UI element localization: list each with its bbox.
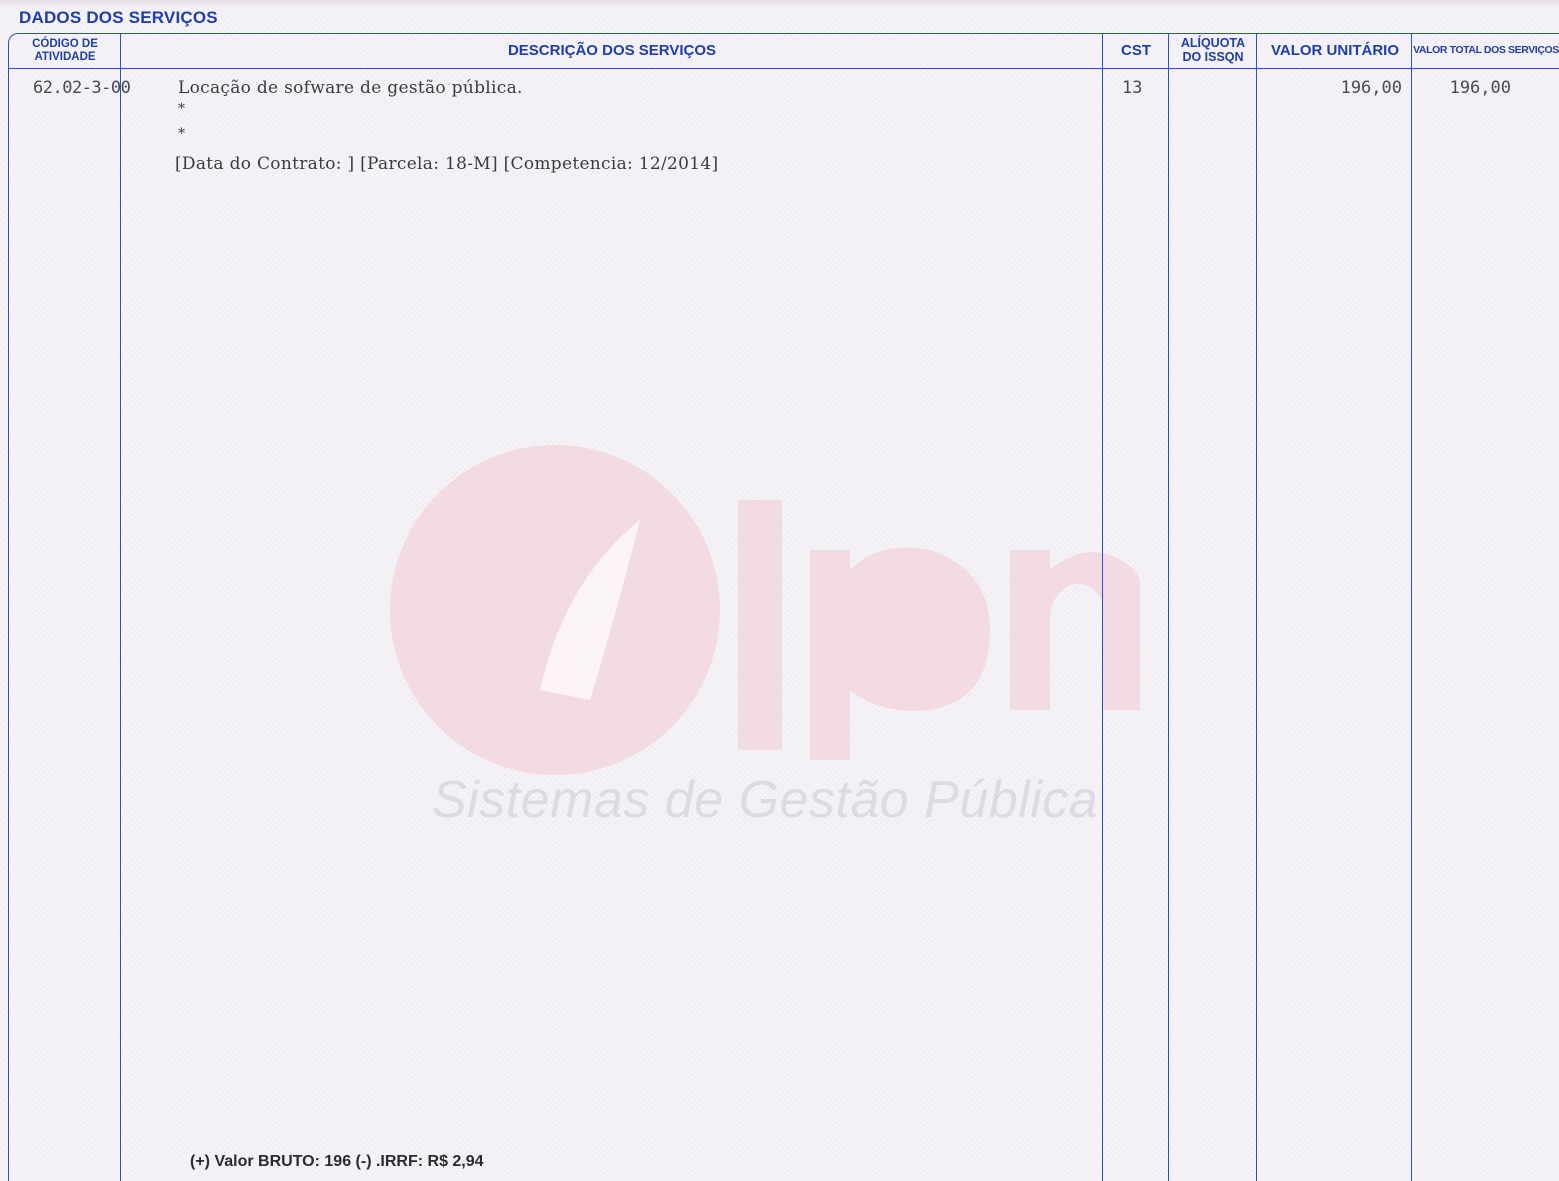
service-contract-details: [Data do Contrato: ] [Parcela: 18-M] [Co…: [175, 154, 719, 174]
top-strip: [0, 0, 1559, 8]
service-activity-code: 62.02-3-00: [33, 78, 131, 98]
header-cst: CST: [1121, 41, 1151, 59]
column-divider: [1411, 33, 1412, 1181]
header-total-value: VALOR TOTAL DOS SERVIÇOS: [1413, 43, 1559, 56]
gross-value-note: (+) Valor BRUTO: 196 (-) .IRRF: R$ 2,94: [190, 1153, 484, 1170]
service-cst: 13: [1122, 78, 1143, 98]
column-divider: [1168, 33, 1169, 1181]
header-aliquota-line1: ALÍQUOTA: [1180, 36, 1246, 51]
service-total-value: 196,00: [1449, 78, 1511, 98]
header-unit-value: VALOR UNITÁRIO: [1270, 41, 1400, 59]
section-title: DADOS DOS SERVIÇOS: [19, 8, 218, 27]
column-divider: [1256, 33, 1257, 1181]
header-activity-code-line2: ATIVIDADE: [34, 50, 96, 63]
header-activity-code-line1: CÓDIGO DE: [32, 38, 98, 51]
column-divider: [120, 33, 121, 1181]
column-divider: [1102, 33, 1103, 1181]
header-description: DESCRIÇÃO DOS SERVIÇOS: [507, 41, 717, 59]
services-table-frame: [8, 33, 1559, 1181]
header-activity-code: CÓDIGO DE ATIVIDADE: [10, 33, 120, 68]
header-aliquota-line2: DO ISSQN: [1182, 49, 1244, 64]
header-divider: [8, 68, 1559, 69]
service-description: Locação de sofware de gestão pública.: [178, 78, 523, 98]
service-description-asterisk: *: [178, 126, 185, 142]
service-unit-value: 196,00: [1340, 78, 1402, 98]
service-description-asterisk: *: [178, 101, 185, 117]
header-aliquota: ALÍQUOTA DO ISSQN: [1170, 33, 1256, 68]
